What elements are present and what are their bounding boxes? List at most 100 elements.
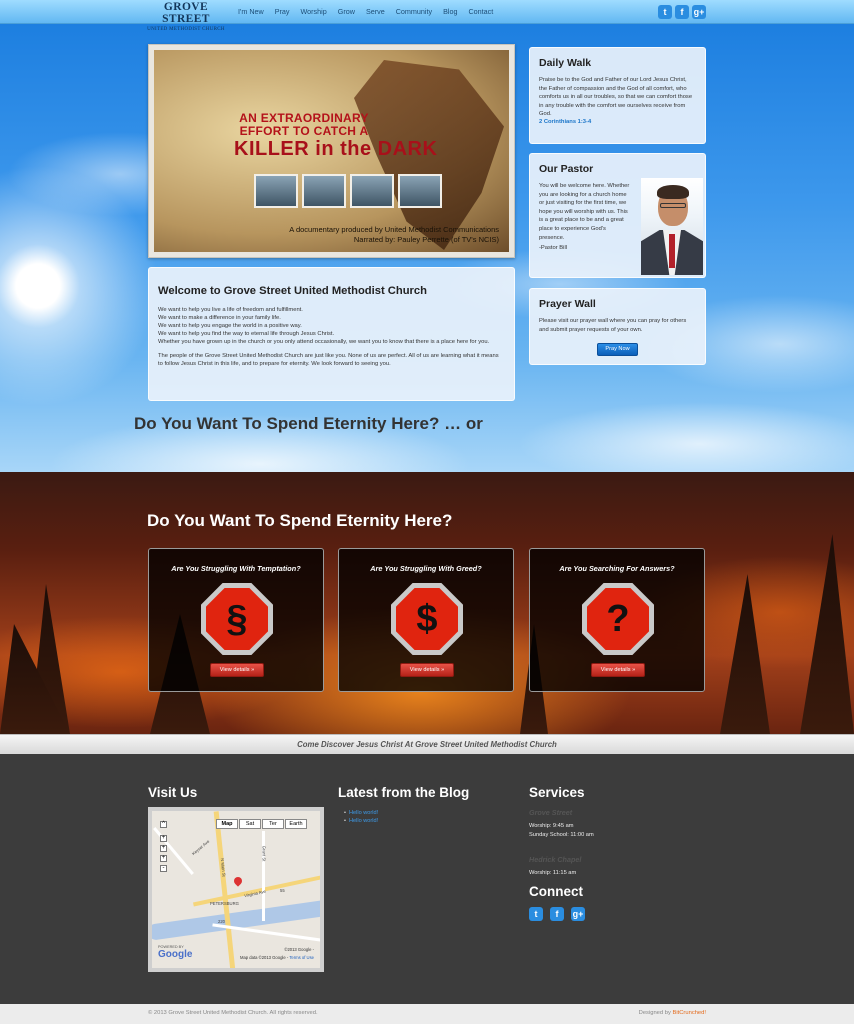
tagline-strip: Come Discover Jesus Christ At Grove Stre… — [0, 734, 854, 754]
map-label: 220 — [218, 919, 225, 924]
twitter-icon[interactable]: t — [529, 907, 543, 921]
blog-link[interactable]: Hello world! — [344, 817, 378, 825]
welcome-line: We want to make a difference in your fam… — [158, 315, 281, 321]
greed-card: Are You Struggling With Greed? $ View de… — [338, 548, 514, 692]
connect-title: Connect — [529, 884, 583, 899]
stop-sign: $ — [391, 583, 463, 655]
google-plus-icon[interactable]: g+ — [692, 5, 706, 19]
facebook-icon[interactable]: f — [675, 5, 689, 19]
pray-now-button[interactable]: Pray Now — [597, 343, 638, 357]
pastor-photo-glasses — [660, 203, 686, 208]
google-logo: POWERED BY Google — [158, 945, 192, 960]
service-location: Hedrick Chapel — [529, 855, 582, 864]
designed-by-prefix: Designed by — [638, 1010, 673, 1016]
pastor-photo — [641, 178, 703, 275]
map-zoom-in-3[interactable]: + — [160, 855, 167, 862]
service-time: Worship: 9:45 am — [529, 823, 574, 829]
video-headline-1: AN EXTRAORDINARY EFFORT TO CATCH A — [239, 111, 369, 138]
bottom-bar: © 2013 Grove Street United Methodist Chu… — [0, 1004, 854, 1024]
brand-logo[interactable]: GROVE STREET UNITED METHODIST CHURCH — [146, 1, 226, 32]
nav-grow[interactable]: Grow — [338, 7, 355, 16]
hell-heading: Do You Want To Spend Eternity Here? — [147, 511, 453, 530]
map-data-text: Map data ©2013 Google - — [239, 955, 289, 960]
video-photo — [398, 174, 442, 208]
stop-sign: ? — [582, 583, 654, 655]
map-pin-icon[interactable] — [232, 875, 244, 887]
map-type-earth[interactable]: Earth — [285, 819, 307, 829]
map-zoom-in[interactable]: + — [160, 835, 167, 842]
nav-pray[interactable]: Pray — [275, 7, 290, 16]
visit-us-title: Visit Us — [148, 785, 198, 800]
video-player[interactable]: AN EXTRAORDINARY EFFORT TO CATCH A KILLE… — [148, 44, 515, 258]
blog-link[interactable]: Hello world! — [344, 809, 378, 817]
welcome-panel: Welcome to Grove Street United Methodist… — [148, 267, 515, 401]
nav-contact[interactable]: Contact — [468, 7, 493, 16]
daily-walk-reference[interactable]: 2 Corinthians 1:3-4 — [539, 119, 696, 125]
services-title: Services — [529, 785, 585, 800]
daily-walk-panel: Daily Walk Praise be to the God and Fath… — [529, 47, 706, 144]
location-map[interactable]: Map Sat Ter Earth ^ + + + - Keyser Ave N… — [148, 807, 324, 972]
video-thumbnail[interactable]: AN EXTRAORDINARY EFFORT TO CATCH A KILLE… — [154, 50, 509, 252]
map-zoom-in-2[interactable]: + — [160, 845, 167, 852]
welcome-paragraph-2: The people of the Grove Street United Me… — [158, 353, 499, 367]
map-data: Map data ©2013 Google - Terms of Use — [240, 955, 314, 960]
map-type-map[interactable]: Map — [216, 819, 238, 829]
map-canvas[interactable]: Map Sat Ter Earth ^ + + + - Keyser Ave N… — [152, 811, 320, 968]
navbar: GROVE STREET UNITED METHODIST CHURCH I'm… — [0, 0, 854, 32]
view-details-button[interactable]: View details » — [400, 663, 454, 677]
map-pan-up[interactable]: ^ — [160, 821, 167, 828]
main-nav: I'm New Pray Worship Grow Serve Communit… — [238, 7, 504, 16]
twitter-icon[interactable]: t — [658, 5, 672, 19]
map-label: 55 — [280, 888, 285, 893]
pastor-title: Our Pastor — [539, 163, 594, 175]
tagline-text: Come Discover Jesus Christ At Grove Stre… — [297, 740, 557, 749]
nav-im-new[interactable]: I'm New — [238, 7, 264, 16]
view-details-button[interactable]: View details » — [210, 663, 264, 677]
pastor-photo-hair — [657, 185, 689, 199]
map-label: N Main St — [219, 858, 227, 877]
map-road — [262, 831, 265, 921]
brand-title: GROVE STREET — [162, 1, 210, 25]
service-location: Grove Street — [529, 808, 573, 817]
map-road — [213, 811, 236, 968]
video-photo-strip — [254, 174, 446, 208]
nav-blog[interactable]: Blog — [443, 7, 457, 16]
view-details-button[interactable]: View details » — [591, 663, 645, 677]
google-plus-icon[interactable]: g+ — [571, 907, 585, 921]
map-type-sat[interactable]: Sat — [239, 819, 261, 829]
stop-sign: § — [201, 583, 273, 655]
pastor-signature: -Pastor Bill — [539, 245, 568, 252]
map-terms-link[interactable]: Terms of Use — [289, 955, 314, 960]
pastor-photo-tie — [669, 234, 675, 268]
temptation-card: Are You Struggling With Temptation? § Vi… — [148, 548, 324, 692]
welcome-lines: We want to help you live a life of freed… — [158, 306, 505, 346]
blog-list: Hello world! Hello world! — [344, 809, 378, 825]
welcome-line: Whether you have grown up in the church … — [158, 339, 490, 345]
video-headline-2: KILLER in the DARK — [234, 138, 438, 160]
service-time: Worship: 11:15 am — [529, 870, 577, 876]
designed-by: Designed by BitCrunched! — [639, 1010, 706, 1016]
rock-spike — [800, 534, 854, 734]
prayer-wall-title: Prayer Wall — [539, 298, 596, 310]
prayer-wall-panel: Prayer Wall Please visit our prayer wall… — [529, 288, 706, 365]
designer-link[interactable]: BitCrunched! — [672, 1010, 706, 1016]
daily-walk-title: Daily Walk — [539, 57, 592, 69]
prayer-wall-text: Please visit our prayer wall where you c… — [539, 318, 687, 333]
rock-spike — [720, 574, 770, 734]
map-type-ter[interactable]: Ter — [262, 819, 284, 829]
sky-heading: Do You Want To Spend Eternity Here? … or — [134, 414, 483, 433]
serpent-icon: § — [206, 588, 268, 650]
pastor-panel: Our Pastor You will be welcome here. Whe… — [529, 153, 706, 278]
service-times: Worship: 11:15 am — [529, 869, 576, 878]
video-credit: A documentary produced by United Methodi… — [289, 225, 499, 244]
map-zoom-out[interactable]: - — [160, 865, 167, 872]
nav-worship[interactable]: Worship — [301, 7, 327, 16]
nav-community[interactable]: Community — [396, 7, 432, 16]
welcome-line: We want to help you engage the world in … — [158, 323, 302, 329]
map-label: Keyser Ave — [190, 838, 211, 857]
header-social: t f g+ — [658, 5, 709, 19]
brand-subtitle: UNITED METHODIST CHURCH — [147, 27, 225, 32]
nav-serve[interactable]: Serve — [366, 7, 385, 16]
video-credit-line-1: A documentary produced by United Methodi… — [289, 225, 499, 235]
facebook-icon[interactable]: f — [550, 907, 564, 921]
